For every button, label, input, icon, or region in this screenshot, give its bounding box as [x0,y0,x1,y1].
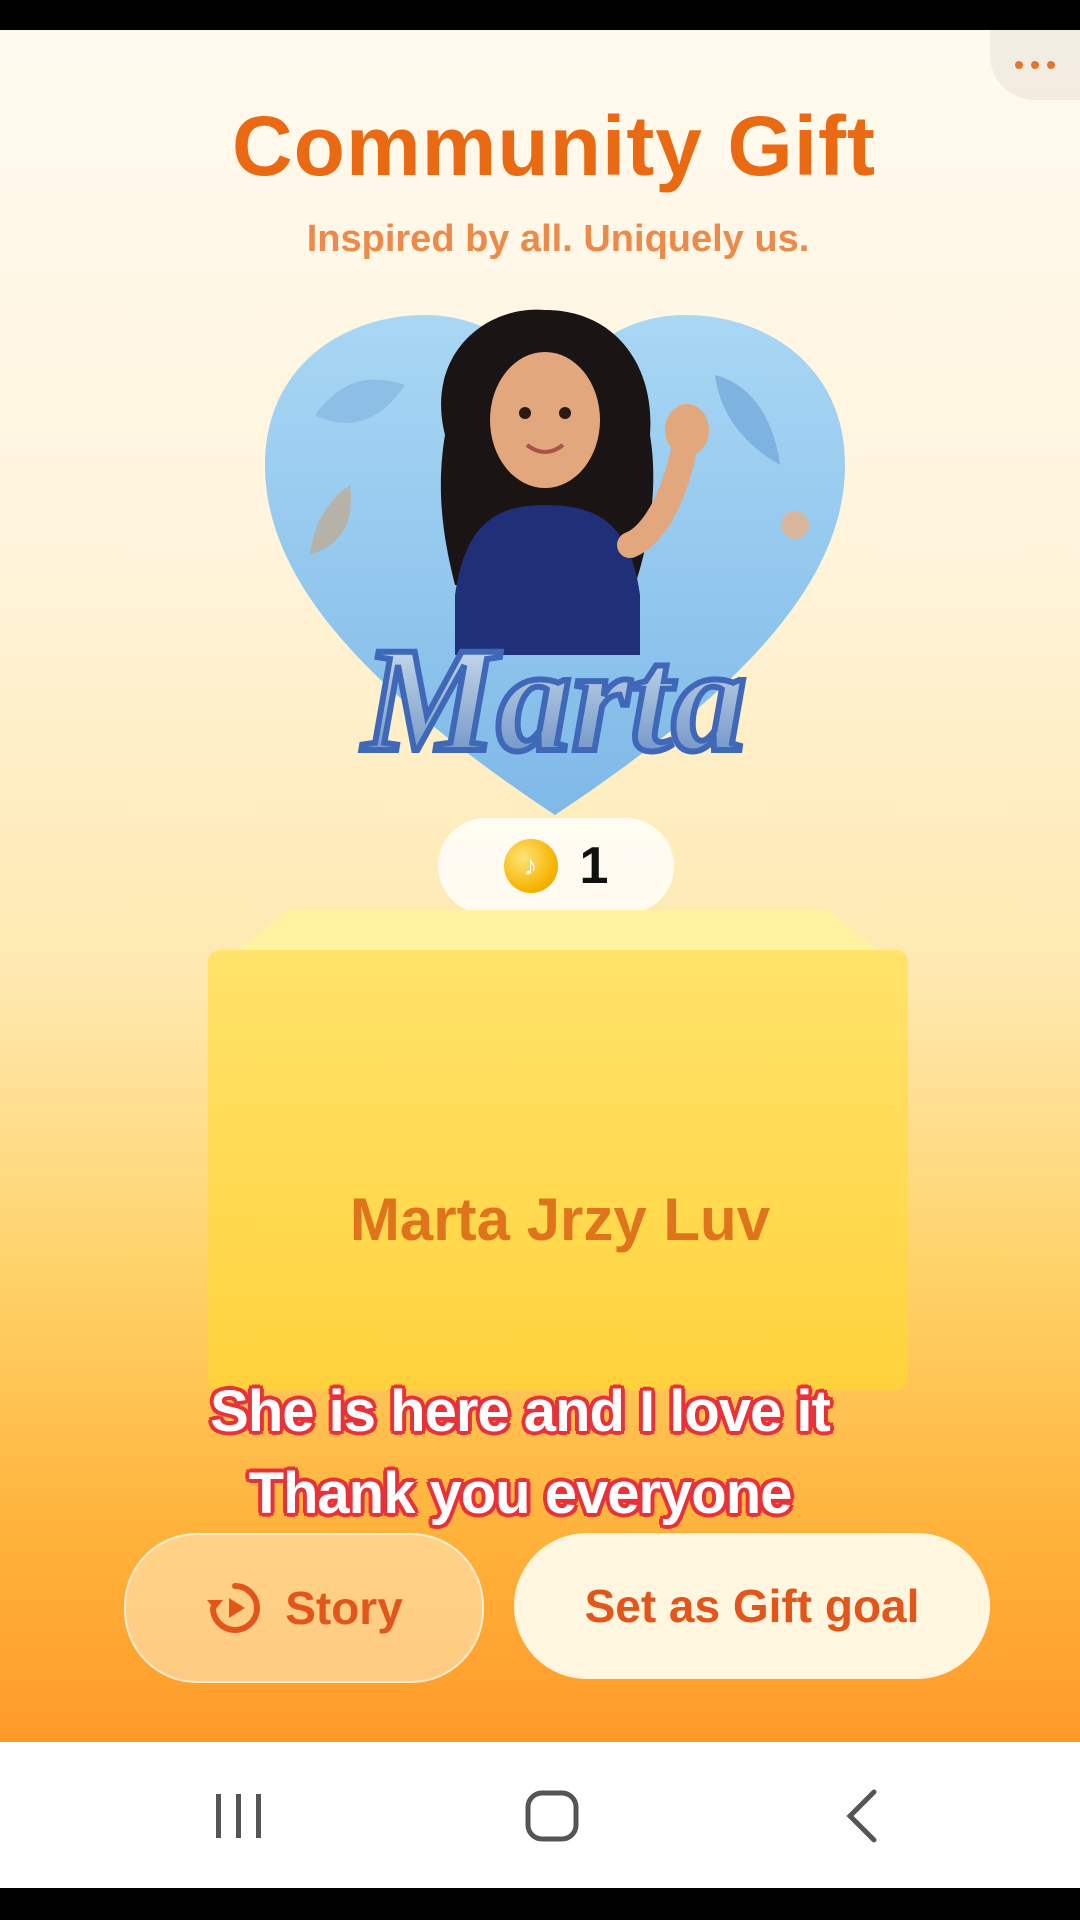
more-dot [1031,61,1039,69]
tiktok-coin-icon: ♪ [503,839,558,893]
replay-icon [207,1583,261,1633]
gift-artwork: Marta [265,309,845,815]
more-options-button[interactable] [990,30,1080,100]
flower-decoration [781,511,809,539]
character-hand [665,404,709,456]
caption-line-2: Thank you everyone [248,1461,793,1526]
more-dot [1047,61,1055,69]
page-title: Community Gift [232,99,876,193]
character-eye [559,407,571,419]
page-subtitle: Inspired by all. Uniquely us. [306,218,810,260]
gift-detail-screen: Community Gift Inspired by all. Uniquely… [0,30,1080,1742]
story-label: Story [285,1582,403,1634]
set-gift-goal-label: Set as Gift goal [584,1580,920,1632]
recents-icon[interactable] [214,1786,264,1846]
gift-price: 1 [579,837,609,895]
system-navigation-bar [0,1742,1080,1888]
home-icon[interactable] [524,1786,580,1846]
gift-name-art: Marta [361,617,746,783]
character-eye [519,407,531,419]
gift-price-badge: ♪ 1 [438,818,674,914]
pedestal-box [208,910,908,1390]
status-bar [0,0,1080,30]
back-icon[interactable] [842,1786,882,1846]
caption-line-1: She is here and I love it [210,1379,831,1444]
character-face [490,352,600,488]
creator-name: Marta Jrzy Luv [349,1186,771,1253]
story-button[interactable]: Story [124,1533,484,1683]
bottom-bezel [0,1888,1080,1920]
set-gift-goal-button[interactable]: Set as Gift goal [514,1533,990,1679]
more-dots-icon [1015,61,1023,69]
